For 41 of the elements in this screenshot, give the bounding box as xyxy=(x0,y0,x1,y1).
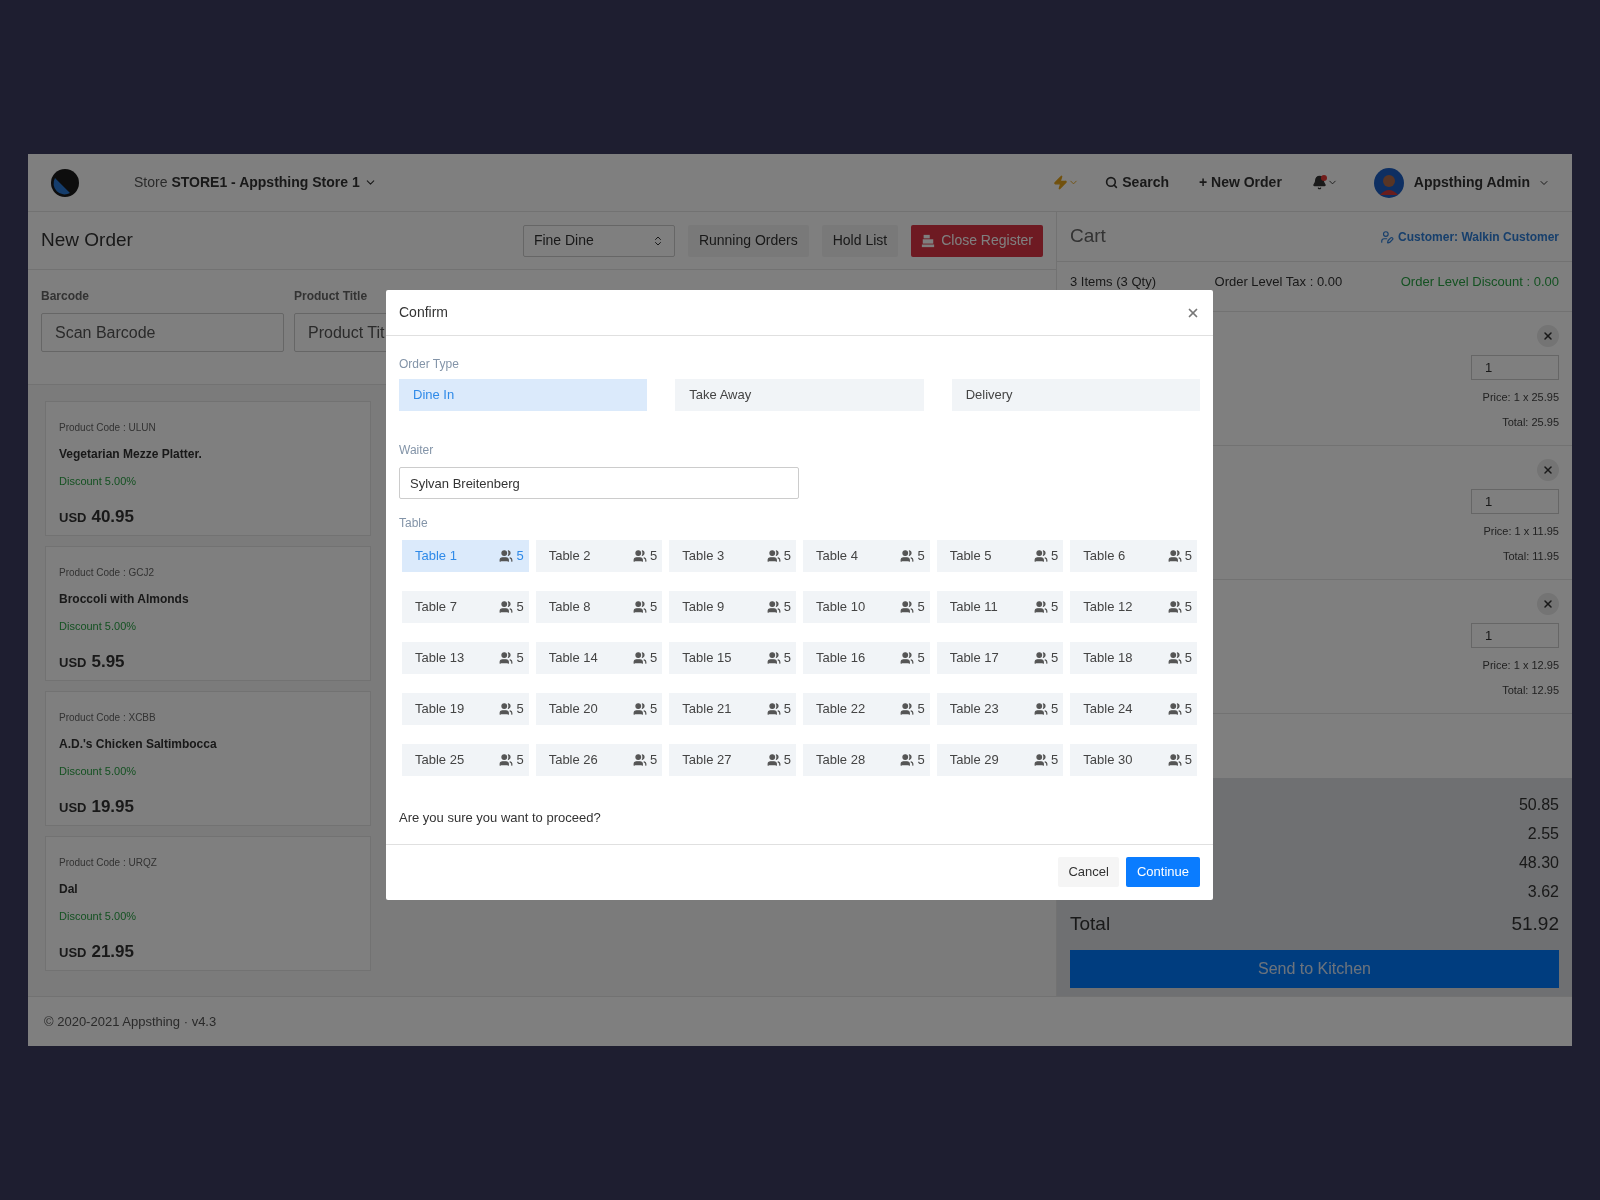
summary-value: 50.85 xyxy=(1518,795,1559,815)
product-code: Product Code : XCBB xyxy=(59,711,157,725)
page-title: New Order xyxy=(41,228,133,253)
field-label: Barcode xyxy=(41,288,91,305)
footer-text: © 2020-2021 Appsthing · v4.3 xyxy=(44,1012,217,1031)
product-name: Vegetarian Mezze Platter. xyxy=(59,446,203,463)
discount-label: Discount 5.00% xyxy=(59,909,138,924)
dialog-title: Confirm xyxy=(399,303,448,322)
field-label: Order Type xyxy=(399,356,460,373)
confirm-question: Are you sure you want to proceed? xyxy=(399,809,602,827)
cart-title: Cart xyxy=(1070,224,1106,249)
field-label: Product Title xyxy=(294,288,369,305)
total-label: Total xyxy=(1070,911,1111,936)
product-price: USD 40.95 xyxy=(59,505,135,528)
summary-value: 3.62 xyxy=(1527,882,1559,902)
discount-label: Discount 5.00% xyxy=(59,619,138,634)
product-price: USD 21.95 xyxy=(59,940,135,963)
item-price: Price: 1 x 12.95 xyxy=(1482,658,1559,673)
item-total: Total: 25.95 xyxy=(1502,414,1559,430)
summary-value: 48.30 xyxy=(1518,853,1559,873)
summary-value: 2.55 xyxy=(1527,824,1559,844)
item-price: Price: 1 x 11.95 xyxy=(1483,524,1559,539)
order-discount: Order Level Discount : 0.00 xyxy=(1400,273,1559,291)
product-name: A.D.'s Chicken Saltimbocca xyxy=(59,736,218,753)
total-value: 51.92 xyxy=(1511,911,1559,936)
item-price: Price: 1 x 25.95 xyxy=(1482,390,1559,405)
product-code: Product Code : GCJ2 xyxy=(59,566,156,580)
product-price: USD 5.95 xyxy=(59,650,126,673)
order-tax: Order Level Tax : 0.00 xyxy=(1214,273,1343,291)
product-code: Product Code : ULUN xyxy=(59,421,157,435)
field-label: Waiter xyxy=(399,442,435,459)
field-label: Table xyxy=(399,515,429,532)
product-name: Dal xyxy=(59,881,79,898)
discount-label: Discount 5.00% xyxy=(59,474,138,489)
product-price: USD 19.95 xyxy=(59,795,135,818)
item-count: 3 Items (3 Qty) xyxy=(1070,273,1156,291)
discount-label: Discount 5.00% xyxy=(59,764,138,779)
product-code: Product Code : URQZ xyxy=(59,856,158,870)
item-total: Total: 12.95 xyxy=(1502,682,1559,698)
item-total: Total: 11.95 xyxy=(1502,548,1559,564)
product-name: Broccoli with Almonds xyxy=(59,591,190,608)
